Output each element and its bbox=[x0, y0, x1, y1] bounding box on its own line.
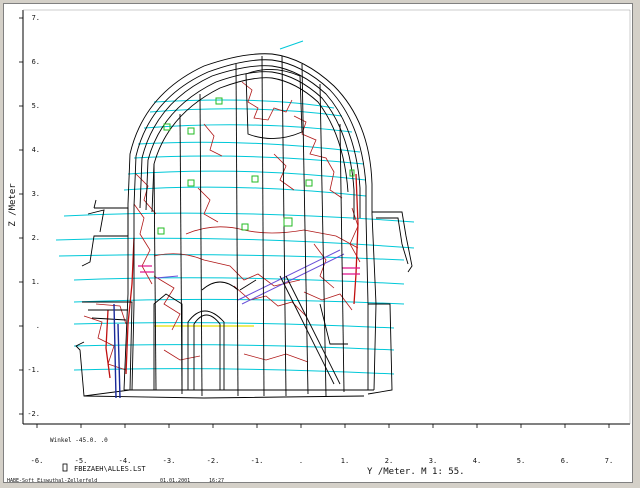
file-marker-icon bbox=[62, 463, 68, 472]
footer-date: 01.01.2001 bbox=[160, 478, 190, 484]
x-tick-label: -1. bbox=[251, 457, 264, 465]
y-tick-label: -1. bbox=[27, 366, 40, 374]
footer-time: 16:27 bbox=[209, 478, 224, 484]
x-tick-label: -6. bbox=[31, 457, 44, 465]
x-tick-label: 5. bbox=[517, 457, 525, 465]
footer-credit: HABE-Soft Eiswuthal-Zellerfeld bbox=[7, 478, 97, 484]
x-tick-label: . bbox=[299, 457, 303, 465]
y-tick-label: 5. bbox=[32, 102, 40, 110]
blue-post bbox=[113, 303, 121, 399]
x-axis-label: Y /Meter. M 1: 55. bbox=[367, 467, 465, 477]
x-tick-label: 4. bbox=[473, 457, 481, 465]
y-axis-label: Z /Meter bbox=[8, 183, 18, 227]
application-window: -6. -5. -4. -3. -2. -1.. 1. 2. 3. 4. 5. 6. 7. 7. 6. 5. 4… bbox=[0, 0, 640, 488]
y-tick-label: 6. bbox=[32, 58, 40, 66]
x-tick-label: 3. bbox=[429, 457, 437, 465]
x-tick-label: 1. bbox=[341, 457, 349, 465]
vault-elevation-drawing: -6. -5. -4. -3. -2. -1.. 1. 2. 3. 4. 5. 6. 7. 7. 6. 5. 4… bbox=[7, 9, 631, 484]
y-tick-label: . bbox=[36, 322, 40, 330]
axis-ticks: -6. -5. -4. -3. -2. -1.. 1. 2. 3. 4. 5. 6. 7. 7. 6. 5. 4… bbox=[19, 14, 613, 465]
x-tick-label: -3. bbox=[163, 457, 176, 465]
x-tick-label: 7. bbox=[605, 457, 613, 465]
angle-label: Winkel -45.0. .0 bbox=[50, 437, 108, 444]
y-tick-label: 7. bbox=[32, 14, 40, 22]
x-tick-label: -2. bbox=[207, 457, 220, 465]
x-tick-label: 2. bbox=[385, 457, 393, 465]
y-tick-label: 3. bbox=[32, 190, 40, 198]
vault-outlines bbox=[75, 53, 413, 399]
y-tick-label: 2. bbox=[32, 234, 40, 242]
magenta-markers bbox=[138, 265, 360, 275]
file-label: FBEZAEH\ALLES.LST bbox=[74, 465, 146, 473]
x-tick-label: -4. bbox=[119, 457, 132, 465]
y-tick-label: 1. bbox=[32, 278, 40, 286]
x-tick-label: 6. bbox=[561, 457, 569, 465]
plot-area: -6. -5. -4. -3. -2. -1.. 1. 2. 3. 4. 5. 6. 7. 7. 6. 5. 4… bbox=[3, 3, 633, 484]
x-tick-label: -5. bbox=[75, 457, 88, 465]
y-tick-label: 4. bbox=[32, 146, 40, 154]
y-tick-label: -2. bbox=[27, 410, 40, 418]
